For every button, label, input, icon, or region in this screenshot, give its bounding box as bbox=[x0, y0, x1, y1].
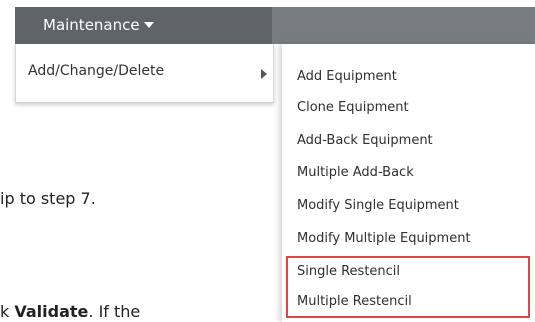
maintenance-menu-label: Maintenance bbox=[43, 16, 140, 34]
document-text-line-1: ip to step 7. bbox=[0, 189, 96, 208]
submenu-item-multiple-restencil[interactable]: Multiple Restencil bbox=[297, 293, 412, 311]
document-text-prefix: k bbox=[0, 302, 15, 321]
submenu-item-clone-equipment[interactable]: Clone Equipment bbox=[297, 99, 409, 117]
caret-down-icon bbox=[143, 22, 154, 28]
maintenance-menu-button[interactable]: Maintenance bbox=[43, 16, 154, 34]
maintenance-menu-bar[interactable]: Maintenance bbox=[15, 7, 272, 44]
submenu-item-modify-multiple-equipment[interactable]: Modify Multiple Equipment bbox=[297, 230, 471, 248]
submenu-item-modify-single-equipment[interactable]: Modify Single Equipment bbox=[297, 197, 459, 215]
chevron-right-icon bbox=[261, 69, 267, 79]
page: ip to step 7. k Validate. If the Mainten… bbox=[0, 0, 535, 322]
add-change-delete-menu-item[interactable]: Add/Change/Delete bbox=[28, 63, 164, 79]
submenu-item-add-equipment[interactable]: Add Equipment bbox=[297, 68, 397, 86]
submenu-item-add-back-equipment[interactable]: Add-Back Equipment bbox=[297, 132, 433, 150]
validate-text: Validate bbox=[14, 302, 89, 321]
submenu-item-multiple-add-back[interactable]: Multiple Add-Back bbox=[297, 164, 414, 182]
submenu-item-single-restencil[interactable]: Single Restencil bbox=[297, 263, 400, 281]
top-menu-bar-extension bbox=[272, 7, 535, 44]
document-text-suffix: . If the bbox=[88, 302, 141, 321]
add-change-delete-submenu: Add Equipment Clone Equipment Add-Back E… bbox=[282, 44, 535, 322]
maintenance-dropdown-menu: Add/Change/Delete bbox=[15, 44, 274, 103]
document-text-line-2: k Validate. If the bbox=[0, 302, 140, 321]
